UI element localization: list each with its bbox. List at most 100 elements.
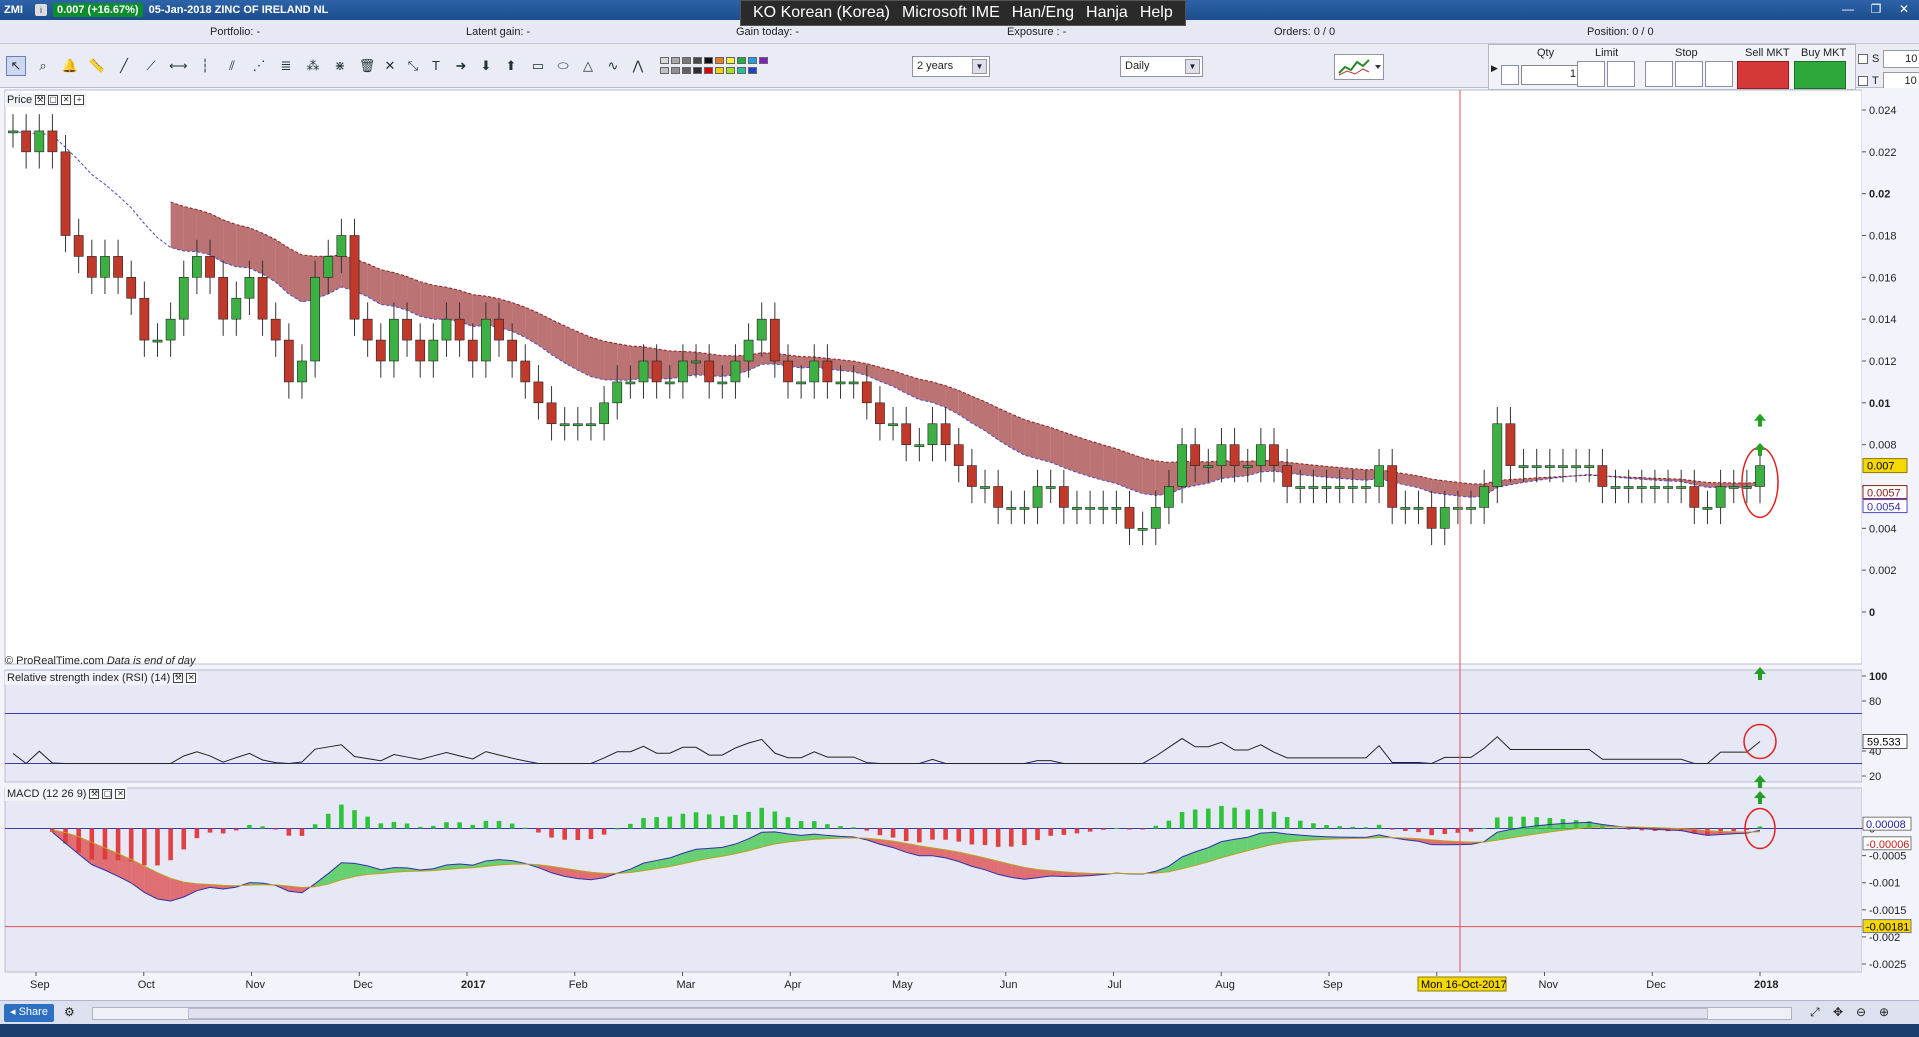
stop-buy-button[interactable] bbox=[1645, 61, 1673, 87]
triangle-tool-icon[interactable]: △ bbox=[578, 56, 598, 76]
color-swatch[interactable] bbox=[737, 67, 746, 74]
line-tool-icon[interactable]: ╱ bbox=[114, 56, 134, 76]
color-swatch[interactable] bbox=[748, 57, 757, 64]
limit-sell-button[interactable] bbox=[1607, 61, 1635, 87]
buy-market-button[interactable] bbox=[1794, 61, 1846, 89]
close-panel-icon[interactable]: ✕ bbox=[115, 789, 126, 799]
close-panel-icon[interactable]: ✕ bbox=[186, 673, 197, 683]
window-icon[interactable]: ▢ bbox=[102, 789, 113, 799]
ellipse-tool-icon[interactable]: ⬭ bbox=[553, 56, 573, 76]
fibonacci-tool-icon[interactable]: ≣ bbox=[276, 56, 296, 76]
wrench-icon[interactable] bbox=[1501, 65, 1519, 85]
pattern-tool-icon[interactable]: ⁂ bbox=[303, 56, 323, 76]
limit-buy-button[interactable] bbox=[1577, 61, 1605, 87]
color-swatch[interactable] bbox=[748, 67, 757, 74]
chevron-down-icon[interactable]: ▼ bbox=[1185, 59, 1200, 74]
arrow-up-green-icon[interactable]: ⬆ bbox=[501, 56, 521, 76]
vertical-line-icon[interactable]: ┆ bbox=[195, 56, 215, 76]
scrollbar-thumb[interactable] bbox=[188, 1008, 1708, 1019]
candle-body bbox=[494, 318, 504, 341]
color-swatch[interactable] bbox=[704, 67, 713, 74]
text-tool-icon[interactable]: T bbox=[426, 56, 446, 76]
x-axis-label: 2018 bbox=[1754, 979, 1778, 991]
color-swatch[interactable] bbox=[715, 57, 724, 64]
arrow-cross-icon[interactable]: ⤡ bbox=[403, 56, 423, 76]
period-select[interactable]: 2 years ▼ bbox=[912, 56, 990, 77]
arrow-right-icon[interactable]: ➜ bbox=[451, 56, 471, 76]
color-swatch[interactable] bbox=[759, 57, 768, 64]
period-value: 2 years bbox=[917, 60, 954, 72]
channel-tool-icon[interactable]: ⫽ bbox=[222, 56, 242, 76]
t-checkbox[interactable] bbox=[1858, 76, 1868, 86]
ruler-tool-icon[interactable]: 📏 bbox=[87, 56, 107, 76]
color-swatch[interactable] bbox=[682, 67, 691, 74]
ime-item-microsoft[interactable]: Microsoft IME bbox=[902, 4, 1000, 22]
interval-select[interactable]: Daily ▼ bbox=[1120, 56, 1203, 77]
s-value-input[interactable]: 10 bbox=[1883, 50, 1919, 68]
rsi-value-label: 59.533 bbox=[1867, 737, 1901, 749]
color-swatch[interactable] bbox=[671, 57, 680, 64]
gann-tool-icon[interactable]: ⋇ bbox=[330, 56, 350, 76]
arrow-down-red-icon[interactable]: ⬇ bbox=[476, 56, 496, 76]
macd-histogram-bar bbox=[431, 825, 436, 829]
restore-icon[interactable]: ❐ bbox=[1865, 2, 1887, 16]
delete-tool-icon[interactable]: 🗑 bbox=[357, 56, 377, 76]
ma-cloud-segment bbox=[1142, 457, 1156, 496]
color-swatch[interactable] bbox=[671, 67, 680, 74]
macd-histogram-bar bbox=[273, 828, 278, 830]
zoom-tool-icon[interactable]: ⌕ bbox=[33, 56, 53, 76]
sell-market-button[interactable] bbox=[1737, 61, 1789, 89]
wrench-icon[interactable]: ⚒ bbox=[35, 95, 46, 105]
close-panel-icon[interactable]: ✕ bbox=[61, 95, 72, 105]
qty-input[interactable]: 1 bbox=[1521, 65, 1581, 85]
t-label: T bbox=[1872, 75, 1879, 87]
stop-sell-button[interactable] bbox=[1675, 61, 1703, 87]
chevron-down-icon[interactable]: ▼ bbox=[972, 59, 987, 74]
ime-item-language[interactable]: KO Korean (Korea) bbox=[753, 4, 890, 22]
color-swatch[interactable] bbox=[737, 57, 746, 64]
pointer-tool-icon[interactable]: ↖ bbox=[6, 56, 26, 76]
ray-tool-icon[interactable]: ⟋ bbox=[141, 56, 161, 76]
zigzag-tool-icon[interactable]: ⋀ bbox=[628, 56, 648, 76]
color-swatch[interactable] bbox=[726, 67, 735, 74]
color-swatch[interactable] bbox=[715, 67, 724, 74]
color-swatch[interactable] bbox=[682, 57, 691, 64]
s-checkbox[interactable] bbox=[1858, 54, 1868, 64]
share-button[interactable]: ◂ Share bbox=[4, 1004, 54, 1022]
minimize-icon[interactable]: — bbox=[1837, 2, 1859, 16]
close-icon[interactable]: ✕ bbox=[1893, 2, 1915, 16]
layout-icon[interactable]: ⚙ bbox=[64, 1005, 75, 1019]
color-swatch[interactable] bbox=[726, 57, 735, 64]
wrench-icon[interactable]: ⚒ bbox=[173, 673, 184, 683]
cursor-icon[interactable]: ✥ bbox=[1833, 1005, 1843, 1019]
color-swatch[interactable] bbox=[693, 67, 702, 74]
ime-item-help[interactable]: Help bbox=[1140, 4, 1173, 22]
stop-alt-button[interactable] bbox=[1705, 61, 1733, 87]
symbol-label[interactable]: ZMI bbox=[0, 4, 29, 16]
info-icon[interactable]: i bbox=[34, 4, 47, 16]
color-swatch[interactable] bbox=[660, 67, 669, 74]
position-info: Position: 0 / 0 bbox=[1587, 26, 1654, 38]
time-scrollbar[interactable] bbox=[92, 1007, 1792, 1020]
alert-tool-icon[interactable]: 🔔 bbox=[60, 56, 80, 76]
wave-tool-icon[interactable]: ∿ bbox=[603, 56, 623, 76]
cross-tool-icon[interactable]: ✕ bbox=[380, 56, 400, 76]
ime-item-haneng[interactable]: Han/Eng bbox=[1012, 4, 1074, 22]
fit-chart-icon[interactable]: ⤢ bbox=[1810, 1005, 1820, 1020]
ime-item-hanja[interactable]: Hanja bbox=[1086, 4, 1128, 22]
add-indicator-icon[interactable]: + bbox=[74, 95, 85, 105]
wrench-icon[interactable]: ⚒ bbox=[89, 789, 100, 799]
zoom-out-icon[interactable]: ⊖ bbox=[1856, 1005, 1866, 1019]
color-swatch[interactable] bbox=[693, 57, 702, 64]
horizontal-line-icon[interactable]: ⟷ bbox=[168, 56, 188, 76]
color-swatch[interactable] bbox=[660, 57, 669, 64]
expand-icon[interactable]: ▶ bbox=[1491, 63, 1498, 74]
rectangle-tool-icon[interactable]: ▭ bbox=[528, 56, 548, 76]
window-icon[interactable]: ▢ bbox=[48, 95, 59, 105]
candle-body bbox=[888, 423, 898, 427]
zoom-in-icon[interactable]: ⊕ bbox=[1879, 1005, 1889, 1019]
fan-tool-icon[interactable]: ⋰ bbox=[249, 56, 269, 76]
color-swatch[interactable] bbox=[704, 57, 713, 64]
chart-type-button[interactable] bbox=[1334, 54, 1384, 80]
chart-area[interactable]: 0 0.002 0.004 0.008 0.01 0.012 0.014 0.016 0.018… bbox=[0, 88, 1919, 1000]
